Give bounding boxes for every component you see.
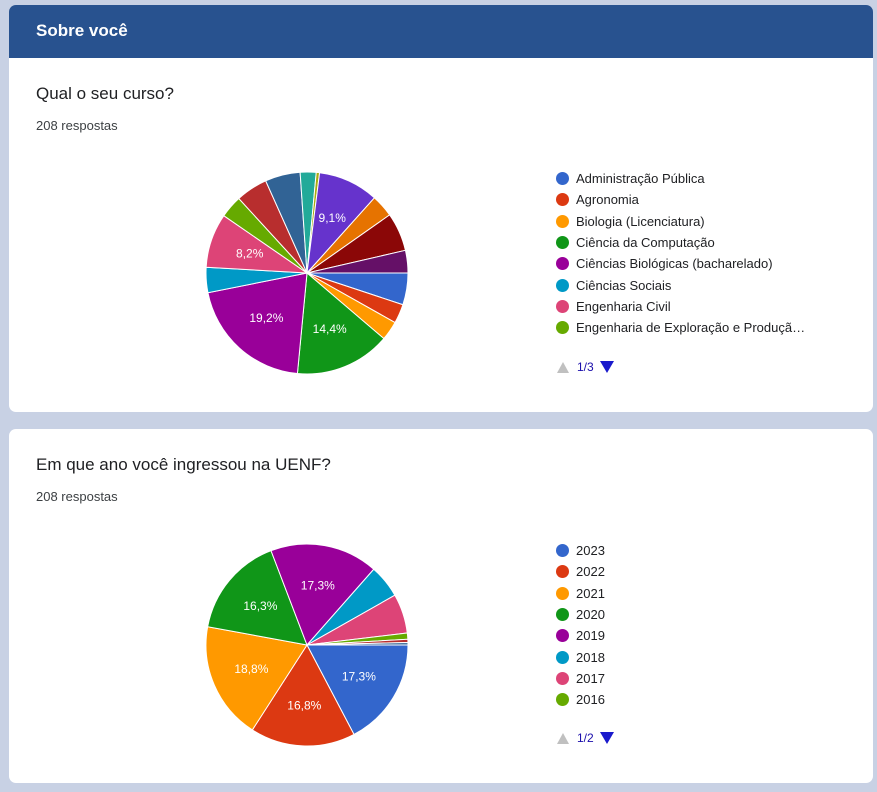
legend-dot bbox=[556, 193, 569, 207]
legend-item[interactable]: Administração Pública bbox=[556, 168, 805, 189]
legend-label: Engenharia de Exploração e Produçã… bbox=[576, 320, 806, 336]
legend-item[interactable]: 2018 bbox=[556, 646, 605, 667]
legend-label: 2023 bbox=[576, 543, 605, 559]
legend-item[interactable]: 2019 bbox=[556, 625, 605, 646]
slice-label: 19,2% bbox=[249, 311, 283, 325]
section-title: Sobre você bbox=[36, 21, 128, 40]
legend-dot bbox=[556, 671, 569, 685]
legend-dot bbox=[556, 693, 569, 707]
legend-label: Agronomia bbox=[576, 192, 639, 208]
legend-dot bbox=[556, 565, 569, 579]
legend-pager: 1/3 bbox=[557, 360, 614, 374]
slice-label: 16,3% bbox=[243, 599, 277, 613]
legend-dot bbox=[556, 214, 569, 228]
slice-label: 14,4% bbox=[313, 322, 347, 336]
legend-item[interactable]: Ciências Sociais bbox=[556, 274, 805, 295]
legend-item[interactable]: Agronomia bbox=[556, 189, 805, 210]
legend-label: 2020 bbox=[576, 607, 605, 623]
question-title: Qual o seu curso? bbox=[36, 84, 174, 103]
legend-item[interactable]: Engenharia de Exploração e Produçã… bbox=[556, 317, 805, 338]
legend-dot bbox=[556, 608, 569, 622]
legend-item[interactable]: Biologia (Licenciatura) bbox=[556, 211, 805, 232]
legend-label: Engenharia Civil bbox=[576, 298, 671, 314]
legend-dot bbox=[556, 586, 569, 600]
legend-dot bbox=[556, 299, 569, 313]
legend-item[interactable]: Ciências Biológicas (bacharelado) bbox=[556, 253, 805, 274]
question-card-year: Em que ano você ingressou na UENF? 208 r… bbox=[9, 429, 873, 783]
prev-page-icon[interactable] bbox=[557, 361, 569, 373]
legend-dot bbox=[556, 650, 569, 664]
legend-label: Ciência da Computação bbox=[576, 235, 715, 251]
legend-label: Ciências Sociais bbox=[576, 277, 672, 293]
slice-label: 16,8% bbox=[287, 699, 321, 713]
legend-item[interactable]: 2022 bbox=[556, 561, 605, 582]
page-indicator: 1/3 bbox=[577, 360, 594, 374]
legend-label: 2022 bbox=[576, 564, 605, 580]
legend-label: 2017 bbox=[576, 670, 605, 686]
legend-item[interactable]: 2017 bbox=[556, 668, 605, 689]
legend-label: Biologia (Licenciatura) bbox=[576, 213, 705, 229]
slice-label: 8,2% bbox=[236, 246, 264, 260]
chart-legend: Administração Pública Agronomia Biologia… bbox=[556, 168, 805, 338]
slice-label: 18,8% bbox=[234, 662, 268, 676]
page-indicator: 1/2 bbox=[577, 731, 594, 745]
legend-label: 2016 bbox=[576, 692, 605, 708]
legend-dot bbox=[556, 544, 569, 558]
legend-item[interactable]: Engenharia Civil bbox=[556, 296, 805, 317]
slice-label: 17,3% bbox=[301, 578, 335, 592]
prev-page-icon[interactable] bbox=[557, 732, 569, 744]
legend-dot bbox=[556, 321, 569, 335]
next-page-icon[interactable] bbox=[599, 732, 614, 744]
legend-dot bbox=[556, 278, 569, 292]
chart-legend: 2023 2022 2021 2020 2019 2018 2017 2016 bbox=[556, 540, 605, 710]
legend-dot bbox=[556, 257, 569, 271]
question-title: Em que ano você ingressou na UENF? bbox=[36, 455, 331, 474]
legend-item[interactable]: 2023 bbox=[556, 540, 605, 561]
legend-pager: 1/2 bbox=[557, 731, 614, 745]
legend-label: 2018 bbox=[576, 649, 605, 665]
legend-dot bbox=[556, 629, 569, 643]
next-page-icon[interactable] bbox=[599, 361, 614, 373]
legend-dot bbox=[556, 236, 569, 250]
pie-chart-year[interactable]: 17,3% 16,8% 18,8% 16,3% 17,3% bbox=[197, 535, 417, 755]
response-count: 208 respostas bbox=[36, 489, 118, 504]
legend-label: 2019 bbox=[576, 628, 605, 644]
legend-item[interactable]: 2021 bbox=[556, 583, 605, 604]
slice-label: 17,3% bbox=[342, 669, 376, 683]
legend-dot bbox=[556, 172, 569, 186]
legend-label: Administração Pública bbox=[576, 171, 705, 187]
legend-item[interactable]: Ciência da Computação bbox=[556, 232, 805, 253]
question-card-course: Qual o seu curso? 208 respostas 14,4% 19,… bbox=[9, 58, 873, 412]
pie-chart-course[interactable]: 14,4% 19,2% 8,2% 9,1% bbox=[197, 163, 417, 383]
legend-item[interactable]: 2016 bbox=[556, 689, 605, 710]
slice-label: 9,1% bbox=[319, 211, 347, 225]
response-count: 208 respostas bbox=[36, 118, 118, 133]
section-header: Sobre você bbox=[9, 5, 873, 58]
legend-item[interactable]: 2020 bbox=[556, 604, 605, 625]
legend-label: Ciências Biológicas (bacharelado) bbox=[576, 256, 773, 272]
legend-label: 2021 bbox=[576, 585, 605, 601]
